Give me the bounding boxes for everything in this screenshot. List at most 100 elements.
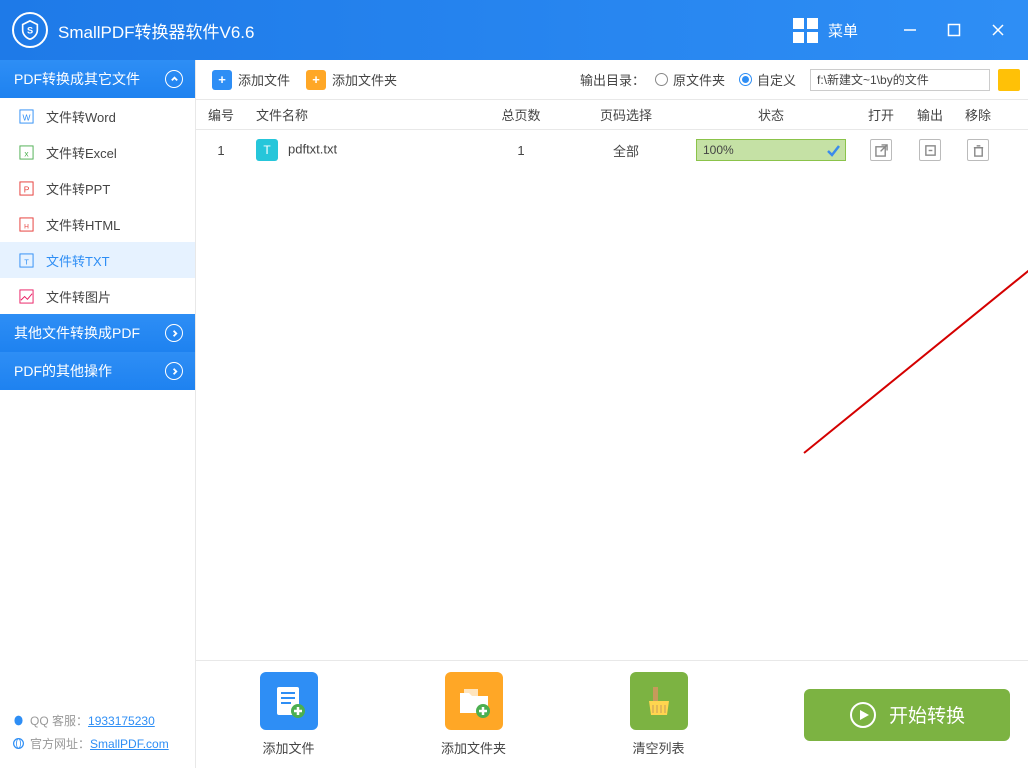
start-label: 开始转换 <box>889 701 965 728</box>
check-icon <box>825 142 841 158</box>
annotation-arrow <box>799 238 1028 458</box>
sidebar-item-ppt[interactable]: P 文件转PPT <box>0 170 195 206</box>
bottom-add-file[interactable]: 添加文件 <box>196 672 381 757</box>
col-name: 文件名称 <box>246 105 476 124</box>
radio-label: 自定义 <box>757 70 796 89</box>
svg-text:x: x <box>24 148 29 158</box>
radio-custom[interactable]: 自定义 <box>739 70 796 89</box>
col-status: 状态 <box>686 105 856 124</box>
toolbar: + 添加文件 + 添加文件夹 输出目录： 原文件夹 自定义 <box>196 60 1028 100</box>
table-row: 1 Tpdftxt.txt 1 全部 100% <box>196 130 1028 170</box>
bottom-label: 添加文件 <box>262 738 314 757</box>
app-logo: S <box>12 12 48 48</box>
remove-button[interactable] <box>967 139 989 161</box>
grid-icon <box>793 18 818 43</box>
qq-label: QQ 客服： <box>30 712 88 729</box>
nav-label: 文件转Word <box>46 107 116 126</box>
menu-button[interactable]: 菜单 <box>793 18 858 43</box>
nav-label: 文件转Excel <box>46 143 117 162</box>
cell-pages: 1 <box>476 143 566 158</box>
svg-text:H: H <box>24 223 29 230</box>
col-remove: 移除 <box>954 105 1002 124</box>
radio-source-folder[interactable]: 原文件夹 <box>655 70 725 89</box>
maximize-button[interactable] <box>932 10 976 50</box>
menu-label: 菜单 <box>828 20 858 41</box>
add-file-label: 添加文件 <box>238 70 290 89</box>
add-file-big-icon <box>260 672 318 730</box>
add-file-button[interactable]: + 添加文件 <box>212 70 290 90</box>
radio-label: 原文件夹 <box>673 70 725 89</box>
excel-icon: x <box>18 144 34 160</box>
table-header: 编号 文件名称 总页数 页码选择 状态 打开 输出 移除 <box>196 100 1028 130</box>
add-folder-label: 添加文件夹 <box>332 70 397 89</box>
bottom-bar: 添加文件 添加文件夹 清空列表 开始转换 <box>196 660 1028 768</box>
col-open: 打开 <box>856 105 906 124</box>
bottom-label: 添加文件夹 <box>441 738 506 757</box>
sidebar-item-excel[interactable]: x 文件转Excel <box>0 134 195 170</box>
txt-icon: T <box>256 139 278 161</box>
section-pdf-to-other[interactable]: PDF转换成其它文件 <box>0 60 195 98</box>
output-button[interactable] <box>919 139 941 161</box>
open-button[interactable] <box>870 139 892 161</box>
section-other-to-pdf[interactable]: 其他文件转换成PDF <box>0 314 195 352</box>
sidebar-footer: QQ 客服：1933175230 官方网址：SmallPDF.com <box>0 696 195 768</box>
html-icon: H <box>18 216 34 232</box>
add-folder-button[interactable]: + 添加文件夹 <box>306 70 397 90</box>
clear-big-icon <box>630 672 688 730</box>
svg-text:T: T <box>24 257 29 266</box>
bottom-clear-list[interactable]: 清空列表 <box>566 672 751 757</box>
site-link[interactable]: SmallPDF.com <box>90 737 169 751</box>
file-name: pdftxt.txt <box>288 141 337 156</box>
chevron-right-icon <box>165 362 183 380</box>
add-folder-big-icon <box>445 672 503 730</box>
col-pagesel: 页码选择 <box>566 105 686 124</box>
minimize-button[interactable] <box>888 10 932 50</box>
cell-name: Tpdftxt.txt <box>246 139 476 161</box>
qq-link[interactable]: 1933175230 <box>88 714 155 728</box>
cell-pagesel[interactable]: 全部 <box>566 141 686 160</box>
sidebar: PDF转换成其它文件 W 文件转Word x 文件转Excel P 文件转PPT H 文… <box>0 60 196 768</box>
nav-label: 文件转PPT <box>46 179 110 198</box>
nav-label: 文件转图片 <box>46 287 111 306</box>
sidebar-item-word[interactable]: W 文件转Word <box>0 98 195 134</box>
start-convert-button[interactable]: 开始转换 <box>804 689 1010 741</box>
image-icon <box>18 288 34 304</box>
browse-folder-button[interactable] <box>998 69 1020 91</box>
svg-text:W: W <box>22 112 30 122</box>
svg-text:S: S <box>27 26 33 36</box>
ppt-icon: P <box>18 180 34 196</box>
globe-icon <box>12 737 25 750</box>
qq-icon <box>12 714 25 727</box>
col-output: 输出 <box>906 105 954 124</box>
section-label: PDF转换成其它文件 <box>14 69 140 89</box>
section-pdf-other-ops[interactable]: PDF的其他操作 <box>0 352 195 390</box>
progress-text: 100% <box>703 143 734 157</box>
sidebar-item-image[interactable]: 文件转图片 <box>0 278 195 314</box>
title-bar: S SmallPDF转换器软件V6.6 菜单 <box>0 0 1028 60</box>
add-folder-icon: + <box>306 70 326 90</box>
close-button[interactable] <box>976 10 1020 50</box>
section-label: 其他文件转换成PDF <box>14 323 140 343</box>
word-icon: W <box>18 108 34 124</box>
sidebar-item-txt[interactable]: T 文件转TXT <box>0 242 195 278</box>
chevron-down-icon <box>165 70 183 88</box>
nav-label: 文件转HTML <box>46 215 120 234</box>
col-pages: 总页数 <box>476 105 566 124</box>
sidebar-item-html[interactable]: H 文件转HTML <box>0 206 195 242</box>
output-dir-label: 输出目录： <box>580 70 645 89</box>
add-file-icon: + <box>212 70 232 90</box>
site-label: 官方网址： <box>30 735 90 752</box>
chevron-right-icon <box>165 324 183 342</box>
svg-text:P: P <box>23 184 29 194</box>
cell-index: 1 <box>196 143 246 158</box>
cell-status: 100% <box>686 139 856 161</box>
output-path-input[interactable] <box>810 69 990 91</box>
bottom-add-folder[interactable]: 添加文件夹 <box>381 672 566 757</box>
section-label: PDF的其他操作 <box>14 361 112 381</box>
nav-label: 文件转TXT <box>46 251 110 270</box>
bottom-label: 清空列表 <box>632 738 684 757</box>
app-title: SmallPDF转换器软件V6.6 <box>58 18 793 43</box>
txt-icon: T <box>18 252 34 268</box>
col-index: 编号 <box>196 105 246 124</box>
play-icon <box>849 701 877 729</box>
